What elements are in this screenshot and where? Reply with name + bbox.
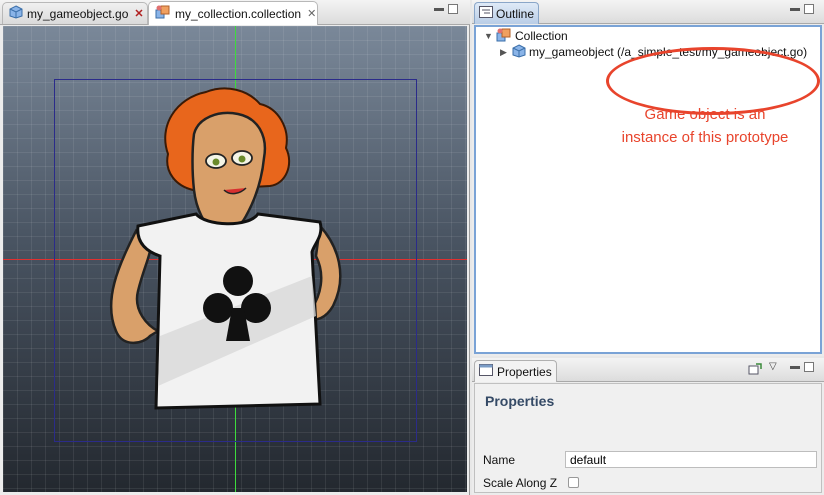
maximize-icon[interactable] <box>804 4 814 14</box>
tab-label: my_gameobject.go <box>27 6 129 21</box>
gameobject-cube-icon <box>512 43 526 61</box>
minimize-icon[interactable] <box>434 8 444 11</box>
properties-form: Properties Name Scale Along Z <box>474 383 822 493</box>
name-field[interactable] <box>565 451 817 468</box>
maximize-icon[interactable] <box>804 362 814 372</box>
tab-my-collection[interactable]: my_collection.collection ✕ <box>148 1 318 25</box>
annotation-text: Game object is an instance of this proto… <box>594 103 816 149</box>
tab-label: Properties <box>497 364 552 379</box>
outline-pane: Outline ▼ Collection ▶ my_gameobject (/a… <box>472 0 824 356</box>
properties-icon <box>479 364 493 379</box>
outline-window-controls <box>790 4 814 14</box>
name-label: Name <box>483 453 516 467</box>
editor-window-controls <box>434 4 458 14</box>
annotation-line-2: instance of this prototype <box>621 129 789 146</box>
minimize-icon[interactable] <box>790 8 800 11</box>
close-icon[interactable]: ✕ <box>134 7 143 20</box>
editor-tab-bar: my_gameobject.go ✕ my_collection.collect… <box>0 0 470 25</box>
outline-icon <box>479 6 493 21</box>
scale-along-z-checkbox[interactable] <box>568 477 579 488</box>
collection-icon <box>496 28 512 45</box>
tab-my-gameobject[interactable]: my_gameobject.go ✕ <box>2 2 148 24</box>
close-icon[interactable]: ✕ <box>307 7 316 20</box>
tab-outline[interactable]: Outline <box>474 2 540 24</box>
character-sprite[interactable] <box>98 86 358 416</box>
properties-tab-bar: Properties ▽ <box>472 358 824 382</box>
outline-tab-bar: Outline <box>472 0 824 24</box>
tab-label: Outline <box>496 6 535 21</box>
editor-pane: my_gameobject.go ✕ my_collection.collect… <box>0 0 470 495</box>
pin-icon[interactable] <box>748 363 762 378</box>
tab-properties[interactable]: Properties <box>474 360 557 382</box>
tree-item-label: Collection <box>515 29 568 43</box>
collection-icon <box>155 5 171 22</box>
maximize-icon[interactable] <box>448 4 458 14</box>
expand-down-icon[interactable]: ▼ <box>484 31 496 41</box>
scene-canvas[interactable] <box>3 26 467 492</box>
expand-right-icon[interactable]: ▶ <box>500 47 512 58</box>
tab-label: my_collection.collection <box>175 6 302 21</box>
properties-window-controls <box>790 362 814 372</box>
annotation-line-1: Game object is an <box>644 106 766 123</box>
minimize-icon[interactable] <box>790 366 800 369</box>
properties-pane: Properties ▽ Properties Name Scale Along… <box>472 358 824 495</box>
gameobject-cube-icon <box>9 5 23 22</box>
properties-heading: Properties <box>485 393 555 409</box>
scale-along-z-label: Scale Along Z <box>483 476 558 490</box>
outline-tree[interactable]: ▼ Collection ▶ my_gameobject (/a_simple_… <box>474 25 822 354</box>
view-menu-icon[interactable]: ▽ <box>769 361 777 372</box>
